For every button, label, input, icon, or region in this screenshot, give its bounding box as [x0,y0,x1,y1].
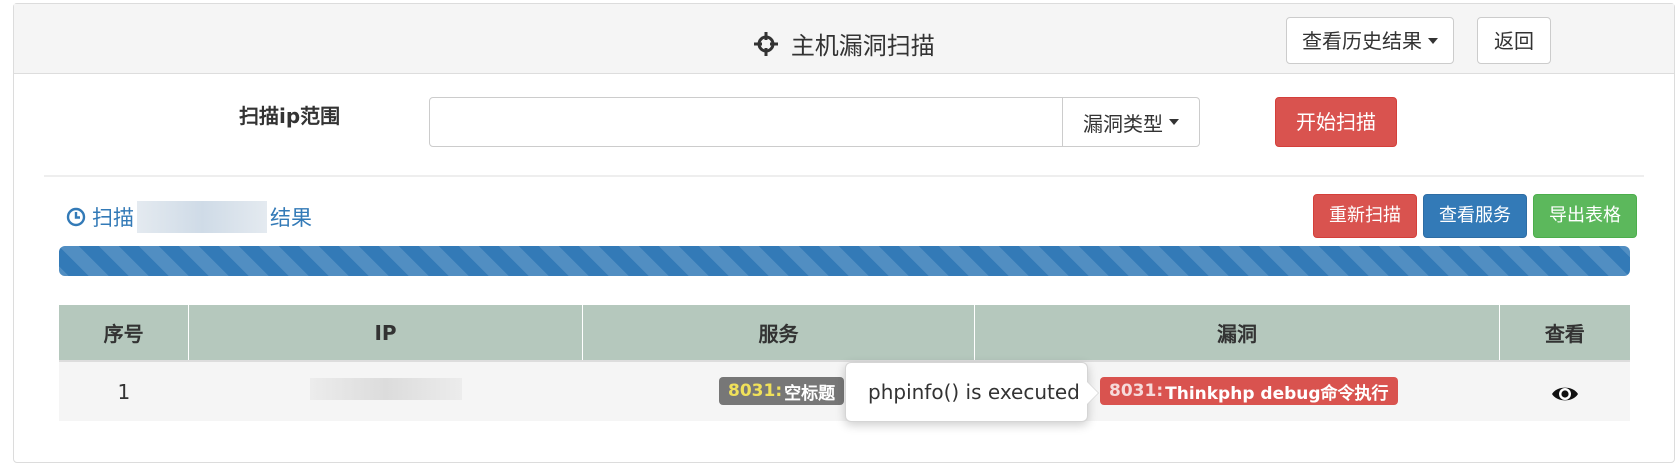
scan-progress-bar [59,246,1630,276]
crosshair-icon [754,32,779,56]
chevron-down-icon [1169,119,1179,125]
results-title: 扫描 结果 [66,201,312,233]
export-table-label: 导出表格 [1549,205,1621,226]
redacted-range [137,201,267,233]
view-services-label: 查看服务 [1439,205,1511,226]
col-vuln: 漏洞 [974,305,1500,362]
export-table-button[interactable]: 导出表格 [1533,194,1637,238]
col-ip: IP [188,305,583,362]
view-services-button[interactable]: 查看服务 [1423,194,1527,238]
table-header-row: 序号 IP 服务 漏洞 查看 [59,305,1630,362]
row-index: 1 [59,361,189,421]
vuln-badge[interactable]: 8031: Thinkphp debug命令执行 [1100,377,1398,405]
tooltip-text: phpinfo() is executed [868,380,1080,404]
service-port: 8031: [728,381,783,401]
vuln-type-label: 漏洞类型 [1083,111,1163,136]
service-name: 空标题 [784,383,836,404]
back-button[interactable]: 返回 [1477,17,1551,64]
results-title-suffix: 结果 [270,206,312,230]
eye-icon[interactable] [1551,384,1579,404]
rescan-button[interactable]: 重新扫描 [1313,194,1417,238]
history-results-label: 查看历史结果 [1302,28,1422,53]
col-service: 服务 [582,305,976,362]
chevron-down-icon [1428,37,1438,44]
rescan-label: 重新扫描 [1329,205,1401,226]
scan-range-label: 扫描ip范围 [239,104,341,128]
scan-range-input[interactable] [429,97,1063,147]
page-title-text: 主机漏洞扫描 [790,32,935,60]
back-button-label: 返回 [1494,28,1534,53]
start-scan-button[interactable]: 开始扫描 [1275,97,1397,147]
scan-progress [59,246,1630,276]
col-index: 序号 [59,305,190,362]
vuln-port: 8031: [1109,381,1164,401]
col-view: 查看 [1499,305,1630,362]
section-divider [44,175,1644,177]
vuln-type-dropdown[interactable]: 漏洞类型 [1062,97,1200,147]
row-ip [188,361,583,421]
start-scan-label: 开始扫描 [1296,110,1376,134]
service-badge[interactable]: 8031: 空标题 [719,377,845,405]
clock-icon [66,207,86,227]
vuln-name: Thinkphp debug命令执行 [1165,383,1389,404]
vuln-tooltip: phpinfo() is executed [845,362,1088,422]
redacted-ip [309,378,462,400]
history-results-dropdown[interactable]: 查看历史结果 [1286,17,1454,64]
results-title-prefix: 扫描 [92,206,134,230]
